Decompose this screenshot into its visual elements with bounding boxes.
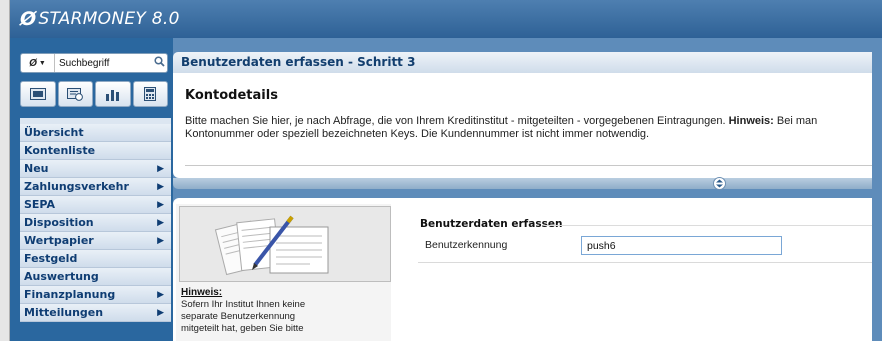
calculator-button[interactable] xyxy=(132,81,168,107)
sidebar-item-sepa[interactable]: SEPA ▶ xyxy=(20,196,171,214)
search-scope-dropdown[interactable]: Ø ▼ xyxy=(21,54,55,72)
sidebar-item-auswertung[interactable]: Auswertung xyxy=(20,268,171,286)
info-panel: Kontodetails Bitte machen Sie hier, je n… xyxy=(173,73,872,178)
calculator-icon xyxy=(144,87,157,101)
intro-line-1: Bitte machen Sie hier, je nach Abfrage, … xyxy=(185,115,726,127)
sidebar-item-neu[interactable]: Neu ▶ xyxy=(20,160,171,178)
hint-body: Sofern Ihr Institut Ihnen keine separate… xyxy=(181,299,306,334)
chevron-right-icon: ▶ xyxy=(157,217,164,228)
sidebar-item-disposition[interactable]: Disposition ▶ xyxy=(20,214,171,232)
intro-hint-text: Bei man xyxy=(773,115,818,127)
divider xyxy=(418,262,872,263)
sidebar-item-kontenliste[interactable]: Kontenliste xyxy=(20,142,171,160)
sidebar-item-label: Übersicht xyxy=(24,126,84,139)
sidebar-item-label: Festgeld xyxy=(24,252,78,265)
user-id-label: Benutzerkennung xyxy=(425,239,508,251)
chevron-right-icon: ▶ xyxy=(157,289,164,300)
expand-collapse-icon[interactable] xyxy=(713,177,726,190)
intro-line-2: Kontonummer oder speziell bezeichneten K… xyxy=(185,128,650,140)
collapse-bar[interactable] xyxy=(173,177,872,190)
documents-illustration xyxy=(179,206,391,282)
divider xyxy=(185,165,872,166)
quick-toolbar xyxy=(20,81,168,107)
search-box[interactable]: Ø ▼ Suchbegriff xyxy=(20,53,168,73)
sidebar-item-uebersicht[interactable]: Übersicht xyxy=(20,124,171,142)
form-group-title: Benutzerdaten erfassen xyxy=(420,218,563,230)
sidebar-item-label: SEPA xyxy=(24,198,56,211)
sidebar-item-wertpapier[interactable]: Wertpapier ▶ xyxy=(20,232,171,250)
sidebar-item-label: Wertpapier xyxy=(24,234,94,247)
user-id-input[interactable] xyxy=(581,236,782,255)
chart-icon xyxy=(105,89,119,101)
form-panel: Hinweis: Sofern Ihr Institut Ihnen keine… xyxy=(173,198,872,341)
info-text: Bitte machen Sie hier, je nach Abfrage, … xyxy=(185,115,882,141)
chevron-right-icon: ▶ xyxy=(157,163,164,174)
section-title: Kontodetails xyxy=(185,88,278,103)
sidebar-item-label: Mitteilungen xyxy=(24,306,104,319)
sidebar-item-finanzplanung[interactable]: Finanzplanung ▶ xyxy=(20,286,171,304)
divider xyxy=(544,225,872,226)
search-input[interactable]: Suchbegriff xyxy=(55,58,151,69)
statements-icon xyxy=(67,87,84,101)
sidebar-item-label: Zahlungsverkehr xyxy=(24,180,129,193)
sidebar-item-label: Auswertung xyxy=(24,270,99,283)
chevron-right-icon: ▶ xyxy=(157,181,164,192)
sidebar-item-zahlungsverkehr[interactable]: Zahlungsverkehr ▶ xyxy=(20,178,171,196)
chevron-down-icon: ▼ xyxy=(38,59,46,67)
sidebar-item-label: Kontenliste xyxy=(24,144,96,157)
sidebar-nav: Übersicht Kontenliste Neu ▶ Zahlungsverke… xyxy=(20,118,171,322)
accounts-button[interactable] xyxy=(20,81,56,107)
sidebar-item-label: Disposition xyxy=(24,216,94,229)
sidebar-item-label: Finanzplanung xyxy=(24,288,116,301)
window-edge xyxy=(0,0,10,341)
chevron-right-icon: ▶ xyxy=(157,235,164,246)
chart-button[interactable] xyxy=(95,81,131,107)
accounts-icon xyxy=(29,88,46,100)
hint-title: Hinweis: xyxy=(181,287,223,298)
chevron-right-icon: ▶ xyxy=(157,199,164,210)
hint-box: Hinweis: Sofern Ihr Institut Ihnen keine… xyxy=(176,204,391,341)
search-icon[interactable] xyxy=(151,56,167,70)
step-title: Benutzerdaten erfassen - Schritt 3 xyxy=(173,52,872,73)
chevron-right-icon: ▶ xyxy=(157,307,164,318)
sidebar-item-label: Neu xyxy=(24,162,49,175)
intro-hint-label: Hinweis: xyxy=(728,115,774,127)
statements-button[interactable] xyxy=(57,81,93,107)
sidebar-item-mitteilungen[interactable]: Mitteilungen ▶ xyxy=(20,304,171,322)
starmoney-mini-icon: Ø xyxy=(29,57,37,69)
sidebar-item-festgeld[interactable]: Festgeld xyxy=(20,250,171,268)
